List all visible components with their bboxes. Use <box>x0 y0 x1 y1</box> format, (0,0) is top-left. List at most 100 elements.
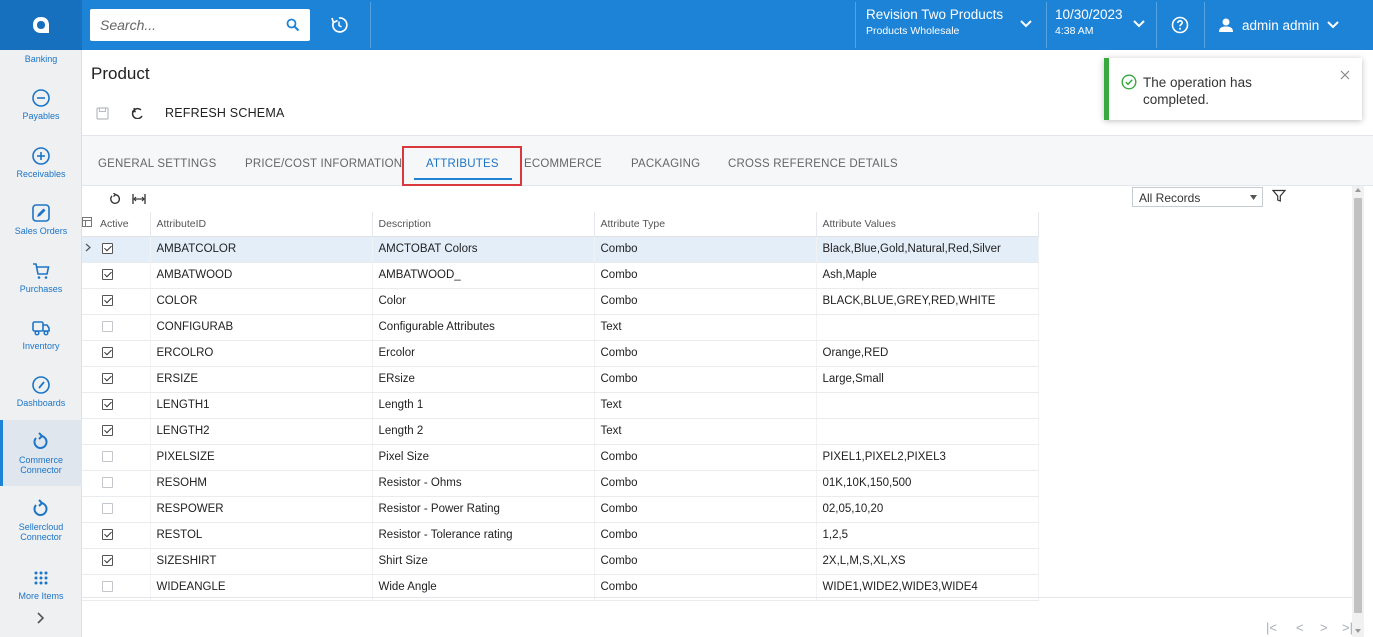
sidebar-item-sales-orders[interactable]: Sales Orders <box>0 203 82 236</box>
attribute-values-cell[interactable]: Ash,Maple <box>816 262 1039 289</box>
save-button[interactable] <box>91 102 113 124</box>
row-selector[interactable] <box>82 418 94 445</box>
attribute-id-cell[interactable]: PIXELSIZE <box>150 444 373 471</box>
sidebar-item-inventory[interactable]: Inventory <box>0 318 82 351</box>
row-selector[interactable] <box>82 262 94 289</box>
table-row[interactable]: RESOHM Resistor - Ohms Combo 01K,10K,150,50… <box>82 470 1039 497</box>
scroll-up-arrow[interactable] <box>1355 188 1361 192</box>
description-cell[interactable]: Shirt Size <box>372 548 595 575</box>
description-cell[interactable]: ERsize <box>372 366 595 393</box>
row-selector[interactable] <box>82 496 94 523</box>
table-row[interactable]: AMBATCOLOR AMCTOBAT Colors Combo Black,Blue… <box>82 236 1039 263</box>
next-page-button[interactable]: > <box>1320 620 1328 635</box>
attribute-values-cell[interactable] <box>816 418 1039 445</box>
active-checkbox[interactable] <box>102 373 113 385</box>
search-input[interactable] <box>100 17 286 33</box>
description-cell[interactable]: Color <box>372 288 595 315</box>
attribute-id-cell[interactable]: AMBATCOLOR <box>150 236 373 263</box>
user-menu[interactable]: admin admin <box>1218 13 1340 37</box>
sidebar-item-purchases[interactable]: Purchases <box>0 261 82 294</box>
attribute-values-cell[interactable]: Black,Blue,Gold,Natural,Red,Silver <box>816 236 1039 263</box>
attribute-type-cell[interactable]: Combo <box>594 548 817 575</box>
table-row[interactable]: AMBATWOOD AMBATWOOD_ Combo Ash,Maple <box>82 262 1039 289</box>
first-page-button[interactable]: |< <box>1266 620 1277 635</box>
row-selector[interactable] <box>82 548 94 575</box>
active-checkbox[interactable] <box>102 555 113 567</box>
tab-packaging[interactable]: PACKAGING <box>631 158 700 170</box>
filter-icon[interactable] <box>1272 189 1286 203</box>
row-selector[interactable] <box>82 340 94 367</box>
description-cell[interactable]: Resistor - Power Rating <box>372 496 595 523</box>
attribute-id-cell[interactable]: RESTOL <box>150 522 373 549</box>
table-row[interactable]: ERSIZE ERsize Combo Large,Small <box>82 366 1039 393</box>
tab-price-cost-information[interactable]: PRICE/COST INFORMATION <box>245 158 402 170</box>
active-checkbox[interactable] <box>102 529 113 541</box>
column-header-description[interactable]: Description <box>372 212 595 237</box>
description-cell[interactable]: Resistor - Tolerance rating <box>372 522 595 549</box>
attribute-id-cell[interactable]: RESPOWER <box>150 496 373 523</box>
fit-columns-button[interactable] <box>130 190 148 208</box>
attribute-type-cell[interactable]: Text <box>594 392 817 419</box>
table-row[interactable]: COLOR Color Combo BLACK,BLUE,GREY,RED,WHITE <box>82 288 1039 315</box>
row-selector[interactable] <box>82 470 94 497</box>
column-settings-header[interactable] <box>82 212 94 237</box>
attribute-id-cell[interactable]: CONFIGURAB <box>150 314 373 341</box>
description-cell[interactable]: AMCTOBAT Colors <box>372 236 595 263</box>
attribute-type-cell[interactable]: Combo <box>594 288 817 315</box>
history-button[interactable] <box>322 8 356 42</box>
table-row[interactable]: PIXELSIZE Pixel Size Combo PIXEL1,PIXEL2,PI… <box>82 444 1039 471</box>
scrollbar-thumb[interactable] <box>1354 198 1362 613</box>
row-selector[interactable] <box>82 314 94 341</box>
description-cell[interactable]: Length 1 <box>372 392 595 419</box>
row-selector[interactable] <box>82 236 94 263</box>
attribute-type-cell[interactable]: Combo <box>594 470 817 497</box>
help-button[interactable] <box>1168 13 1192 37</box>
table-row[interactable]: RESTOL Resistor - Tolerance rating Combo 1,… <box>82 522 1039 549</box>
scroll-down-arrow[interactable] <box>1355 629 1361 633</box>
sidebar-item-more-items[interactable]: More Items <box>0 568 82 601</box>
attribute-values-cell[interactable] <box>816 392 1039 419</box>
row-selector[interactable] <box>82 366 94 393</box>
table-row[interactable]: LENGTH1 Length 1 Text <box>82 392 1039 419</box>
logo[interactable] <box>0 0 82 50</box>
active-checkbox[interactable] <box>102 295 113 307</box>
column-header-attribute-type[interactable]: Attribute Type <box>594 212 817 237</box>
description-cell[interactable]: Ercolor <box>372 340 595 367</box>
active-checkbox[interactable] <box>102 321 113 333</box>
active-checkbox[interactable] <box>102 425 113 437</box>
sidebar-item-sellercloud-connector[interactable]: Sellercloud Connector <box>0 499 82 542</box>
description-cell[interactable]: AMBATWOOD_ <box>372 262 595 289</box>
table-row[interactable]: CONFIGURAB Configurable Attributes Text <box>82 314 1039 341</box>
company-selector[interactable]: Revision Two Products Products Wholesale <box>866 6 1038 46</box>
table-row[interactable]: SIZESHIRT Shirt Size Combo 2X,L,M,S,XL,XS <box>82 548 1039 575</box>
active-checkbox[interactable] <box>102 243 113 255</box>
refresh-grid-button[interactable] <box>106 190 124 208</box>
close-icon[interactable] <box>1340 70 1350 80</box>
row-selector[interactable] <box>82 288 94 315</box>
attribute-values-cell[interactable] <box>816 314 1039 341</box>
active-checkbox[interactable] <box>102 503 113 515</box>
table-row[interactable]: RESPOWER Resistor - Power Rating Combo 02,0… <box>82 496 1039 523</box>
sidebar-item-payables[interactable]: Payables <box>0 88 82 121</box>
sidebar-item-dashboards[interactable]: Dashboards <box>0 375 82 408</box>
attribute-type-cell[interactable]: Combo <box>594 366 817 393</box>
attribute-type-cell[interactable]: Combo <box>594 522 817 549</box>
description-cell[interactable]: Length 2 <box>372 418 595 445</box>
attribute-id-cell[interactable]: SIZESHIRT <box>150 548 373 575</box>
column-header-active[interactable]: Active <box>94 212 151 237</box>
attribute-values-cell[interactable]: PIXEL1,PIXEL2,PIXEL3 <box>816 444 1039 471</box>
row-selector[interactable] <box>82 392 94 419</box>
business-date-selector[interactable]: 10/30/2023 4:38 AM <box>1055 6 1145 46</box>
attribute-values-cell[interactable]: BLACK,BLUE,GREY,RED,WHITE <box>816 288 1039 315</box>
attribute-id-cell[interactable]: AMBATWOOD <box>150 262 373 289</box>
previous-page-button[interactable]: < <box>1296 620 1304 635</box>
attribute-type-cell[interactable]: Combo <box>594 340 817 367</box>
column-header-attribute-id[interactable]: AttributeID <box>150 212 373 237</box>
attribute-id-cell[interactable]: COLOR <box>150 288 373 315</box>
attribute-values-cell[interactable]: 2X,L,M,S,XL,XS <box>816 548 1039 575</box>
tab-cross-reference-details[interactable]: CROSS REFERENCE DETAILS <box>728 158 898 170</box>
attribute-type-cell[interactable]: Combo <box>594 444 817 471</box>
attribute-id-cell[interactable]: ERSIZE <box>150 366 373 393</box>
vertical-scrollbar[interactable] <box>1352 186 1364 637</box>
attribute-values-cell[interactable]: 02,05,10,20 <box>816 496 1039 523</box>
